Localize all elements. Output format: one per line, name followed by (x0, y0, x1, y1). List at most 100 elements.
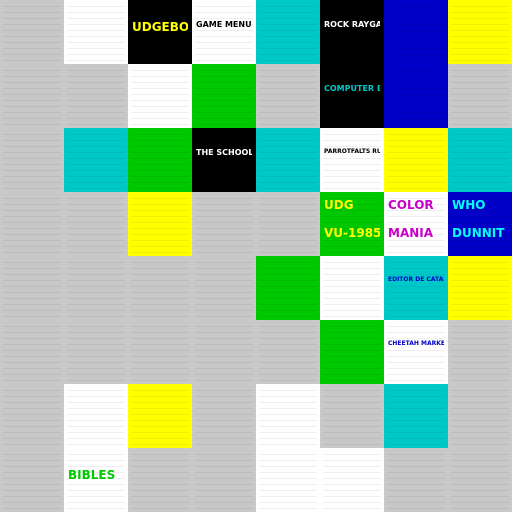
gallery-tile[interactable] (0, 448, 64, 512)
gallery-tile[interactable]: GAME MENU 1 (192, 0, 256, 64)
tile-pattern (195, 323, 253, 381)
gallery-tile[interactable] (64, 64, 128, 128)
gallery-tile[interactable] (192, 320, 256, 384)
gallery-tile[interactable] (256, 64, 320, 128)
gallery-tile[interactable] (128, 384, 192, 448)
tile-pattern (387, 131, 445, 189)
gallery-tile[interactable] (0, 64, 64, 128)
tile-pattern (451, 131, 509, 189)
gallery-tile[interactable] (128, 256, 192, 320)
tile-pattern (131, 195, 189, 253)
tile-pattern (259, 67, 317, 125)
gallery-tile[interactable] (192, 256, 256, 320)
gallery-tile[interactable]: UDGEBOPE (128, 0, 192, 64)
gallery-tile[interactable]: PARROTFALTS RULES OK! (320, 128, 384, 192)
gallery-tile[interactable] (384, 448, 448, 512)
gallery-tile[interactable] (128, 448, 192, 512)
gallery-tile[interactable]: EDITOR DE CATALIZADOS (384, 256, 448, 320)
gallery-tile[interactable] (64, 320, 128, 384)
gallery-tile[interactable] (192, 384, 256, 448)
gallery-tile[interactable] (320, 448, 384, 512)
gallery-tile[interactable] (320, 320, 384, 384)
tile-pattern (451, 259, 509, 317)
gallery-tile[interactable] (128, 320, 192, 384)
gallery-tile[interactable] (0, 192, 64, 256)
gallery-tile[interactable] (0, 0, 64, 64)
gallery-tile[interactable] (256, 0, 320, 64)
gallery-tile[interactable] (384, 0, 448, 64)
gallery-tile[interactable] (256, 128, 320, 192)
tile-pattern (259, 259, 317, 317)
gallery-tile[interactable] (384, 64, 448, 128)
gallery-tile[interactable] (0, 320, 64, 384)
gallery-tile[interactable] (0, 384, 64, 448)
tile-pattern (195, 195, 253, 253)
gallery-tile[interactable] (256, 192, 320, 256)
gallery-tile[interactable] (384, 384, 448, 448)
gallery-tile[interactable] (192, 192, 256, 256)
gallery-tile[interactable] (448, 384, 512, 448)
gallery-tile[interactable] (64, 384, 128, 448)
gallery-tile[interactable] (256, 256, 320, 320)
gallery-tile[interactable] (448, 64, 512, 128)
gallery-tile[interactable] (128, 192, 192, 256)
tile-pattern (387, 387, 445, 445)
gallery-tile[interactable]: THE SCHOOL (192, 128, 256, 192)
tile-pattern (195, 67, 253, 125)
gallery-tile[interactable]: COLOR MANIA (384, 192, 448, 256)
gallery-tile[interactable]: CHEETAH MARKETING PRESENTS (384, 320, 448, 384)
tile-pattern (195, 131, 253, 189)
tile-label: BIBLES (68, 468, 116, 482)
tile-pattern (67, 387, 125, 445)
tile-pattern (323, 323, 381, 381)
gallery-tile[interactable] (192, 64, 256, 128)
tile-pattern (323, 387, 381, 445)
tile-label: COMPUTER BIBLE (324, 84, 380, 93)
gallery-tile[interactable]: COMPUTER BIBLE (320, 64, 384, 128)
tile-pattern (259, 131, 317, 189)
tile-pattern (3, 451, 61, 509)
tile-pattern (3, 259, 61, 317)
tile-pattern (195, 387, 253, 445)
gallery-tile[interactable]: WHO DUNNIT (448, 192, 512, 256)
gallery-tile[interactable] (448, 320, 512, 384)
gallery-tile[interactable] (128, 128, 192, 192)
tile-label: WHO (452, 198, 486, 212)
tile-pattern (131, 323, 189, 381)
gallery-tile[interactable]: UDG VU-1985 (320, 192, 384, 256)
gallery-tile[interactable] (448, 256, 512, 320)
tile-pattern (67, 195, 125, 253)
gallery-tile[interactable] (0, 128, 64, 192)
gallery-tile[interactable] (448, 0, 512, 64)
tile-pattern (3, 323, 61, 381)
gallery-tile[interactable] (320, 256, 384, 320)
gallery-tile[interactable] (0, 256, 64, 320)
gallery-tile[interactable] (64, 128, 128, 192)
tile-pattern (323, 131, 381, 189)
gallery-tile[interactable] (256, 384, 320, 448)
tile-pattern (3, 131, 61, 189)
tile-pattern (131, 131, 189, 189)
gallery-tile[interactable] (192, 448, 256, 512)
tile-pattern (323, 67, 381, 125)
gallery-tile[interactable] (256, 448, 320, 512)
gallery-tile[interactable] (64, 256, 128, 320)
gallery-tile[interactable] (64, 0, 128, 64)
gallery-tile[interactable] (256, 320, 320, 384)
tile-pattern (387, 67, 445, 125)
gallery-tile[interactable] (448, 448, 512, 512)
tile-pattern (131, 259, 189, 317)
tile-pattern (3, 195, 61, 253)
tile-pattern (259, 387, 317, 445)
tile-pattern (451, 387, 509, 445)
gallery-tile[interactable]: BIBLES (64, 448, 128, 512)
tile-pattern (259, 451, 317, 509)
gallery-tile[interactable] (384, 128, 448, 192)
gallery-tile[interactable] (448, 128, 512, 192)
gallery-tile[interactable] (64, 192, 128, 256)
gallery-tile[interactable] (128, 64, 192, 128)
gallery-tile[interactable] (320, 384, 384, 448)
tile-pattern (451, 67, 509, 125)
gallery-tile[interactable]: ROCK RAYGA (320, 0, 384, 64)
tile-pattern (67, 3, 125, 61)
